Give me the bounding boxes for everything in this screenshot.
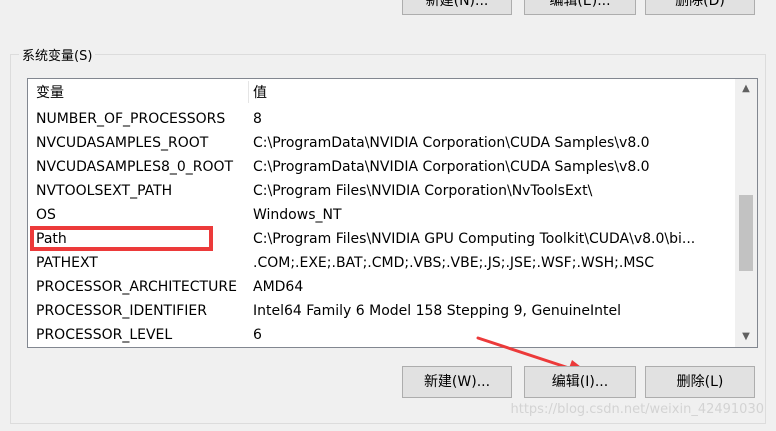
variable-name: PROCESSOR_IDENTIFIER [36,303,207,319]
table-row[interactable]: PROCESSOR_LEVEL 6 [28,323,734,347]
edit-button[interactable]: 编辑(I)... [524,366,636,398]
user-delete-button[interactable]: 删除(D) [645,0,755,15]
table-row[interactable]: OS Windows_NT [28,203,734,227]
column-divider[interactable] [248,81,249,103]
table-row[interactable]: PATHEXT .COM;.EXE;.BAT;.CMD;.VBS;.VBE;.JS… [28,251,734,275]
variable-name: NVTOOLSEXT_PATH [36,183,173,199]
delete-button[interactable]: 删除(L) [645,366,755,398]
variable-value: Intel64 Family 6 Model 158 Stepping 9, G… [253,303,622,319]
user-edit-button[interactable]: 编辑(E)... [524,0,636,15]
variable-value: C:\Program Files\NVIDIA Corporation\NvTo… [253,183,593,199]
column-header-name[interactable]: 变量 [36,79,64,107]
chevron-up-icon[interactable]: ▲ [735,79,757,99]
table-row[interactable]: PROCESSOR_IDENTIFIER Intel64 Family 6 Mod… [28,299,734,323]
variable-name: NUMBER_OF_PROCESSORS [36,111,226,127]
variable-value: .COM;.EXE;.BAT;.CMD;.VBS;.VBE;.JS;.JSE;.… [253,255,655,271]
variable-name: OS [36,207,56,223]
table-row[interactable]: NVCUDASAMPLES8_0_ROOT C:\ProgramData\NVID… [28,155,734,179]
variable-value: AMD64 [253,279,304,295]
table-row[interactable]: NUMBER_OF_PROCESSORS 8 [28,107,734,131]
variable-name: NVCUDASAMPLES_ROOT [36,135,209,151]
variable-value: 8 [253,111,262,127]
scrollbar-thumb[interactable] [739,195,753,271]
system-variables-list[interactable]: 变量 值 NUMBER_OF_PROCESSORS 8 NVCUDASAMPLES… [27,78,758,348]
table-row[interactable]: NVCUDASAMPLES_ROOT C:\ProgramData\NVIDIA … [28,131,734,155]
column-header-value[interactable]: 值 [253,79,267,107]
variable-name: PATHEXT [36,255,98,271]
watermark-text: https://blog.csdn.net/weixin_42491030 [510,402,764,417]
user-new-button[interactable]: 新建(N)... [402,0,512,15]
variable-value: C:\ProgramData\NVIDIA Corporation\CUDA S… [253,159,650,175]
vertical-scrollbar[interactable]: ▲ ▼ [735,79,757,347]
chevron-down-icon[interactable]: ▼ [735,327,757,347]
variable-value: 6 [253,327,262,343]
variable-value: Windows_NT [253,207,342,223]
variable-name: PROCESSOR_LEVEL [36,327,173,343]
new-button[interactable]: 新建(W)... [402,366,512,398]
path-highlight-annotation [30,226,213,251]
table-row[interactable]: NVTOOLSEXT_PATH C:\Program Files\NVIDIA C… [28,179,734,203]
variable-value: C:\ProgramData\NVIDIA Corporation\CUDA S… [253,135,650,151]
list-header: 变量 值 [28,79,734,107]
variable-name: NVCUDASAMPLES8_0_ROOT [36,159,234,175]
variable-value: C:\Program Files\NVIDIA GPU Computing To… [253,231,696,247]
table-row[interactable]: PROCESSOR_ARCHITECTURE AMD64 [28,275,734,299]
system-variables-label: 系统变量(S) [19,48,96,66]
variable-name: PROCESSOR_ARCHITECTURE [36,279,237,295]
